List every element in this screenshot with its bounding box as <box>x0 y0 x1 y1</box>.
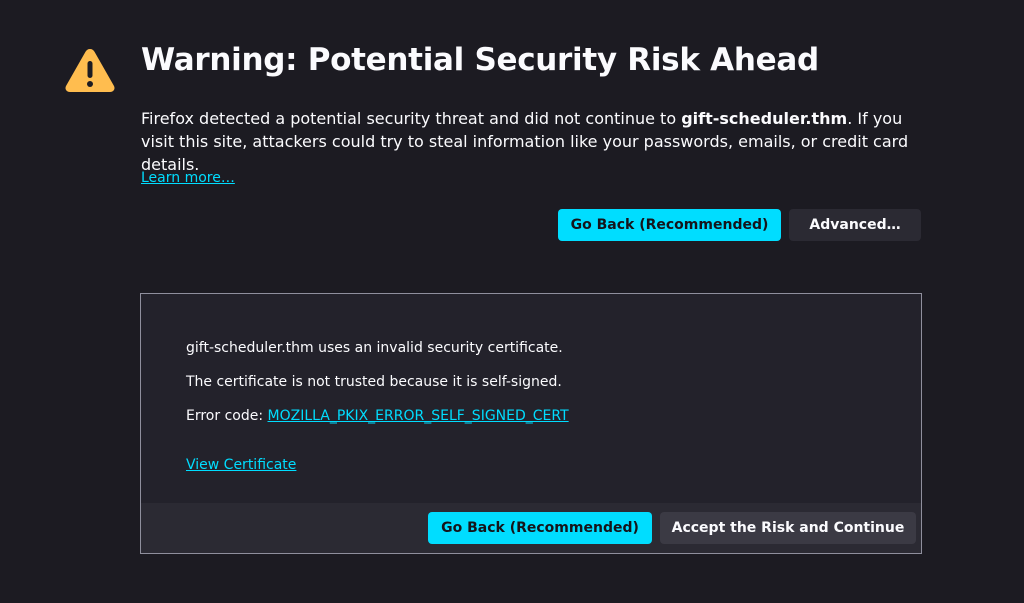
advanced-button[interactable]: Advanced… <box>789 209 921 241</box>
error-code-link[interactable]: MOZILLA_PKIX_ERROR_SELF_SIGNED_CERT <box>268 408 569 424</box>
error-code-line: Error code: MOZILLA_PKIX_ERROR_SELF_SIGN… <box>186 408 569 424</box>
accept-risk-button[interactable]: Accept the Risk and Continue <box>660 512 916 544</box>
view-certificate-link[interactable]: View Certificate <box>186 457 296 473</box>
intro-prefix: Firefox detected a potential security th… <box>141 109 682 128</box>
page-title: Warning: Potential Security Risk Ahead <box>141 42 819 78</box>
invalid-cert-text: gift-scheduler.thm uses an invalid secur… <box>186 340 563 356</box>
site-name: gift-scheduler.thm <box>681 109 848 128</box>
go-back-button[interactable]: Go Back (Recommended) <box>558 209 781 241</box>
learn-more-link[interactable]: Learn more… <box>141 170 235 186</box>
error-code-label: Error code: <box>186 408 268 424</box>
advanced-panel: gift-scheduler.thm uses an invalid secur… <box>140 293 922 554</box>
intro-text: Firefox detected a potential security th… <box>141 107 931 176</box>
warning-icon <box>65 49 115 92</box>
self-signed-text: The certificate is not trusted because i… <box>186 374 562 390</box>
panel-footer: Go Back (Recommended) Accept the Risk an… <box>141 503 921 553</box>
go-back-button-secondary[interactable]: Go Back (Recommended) <box>428 512 652 544</box>
